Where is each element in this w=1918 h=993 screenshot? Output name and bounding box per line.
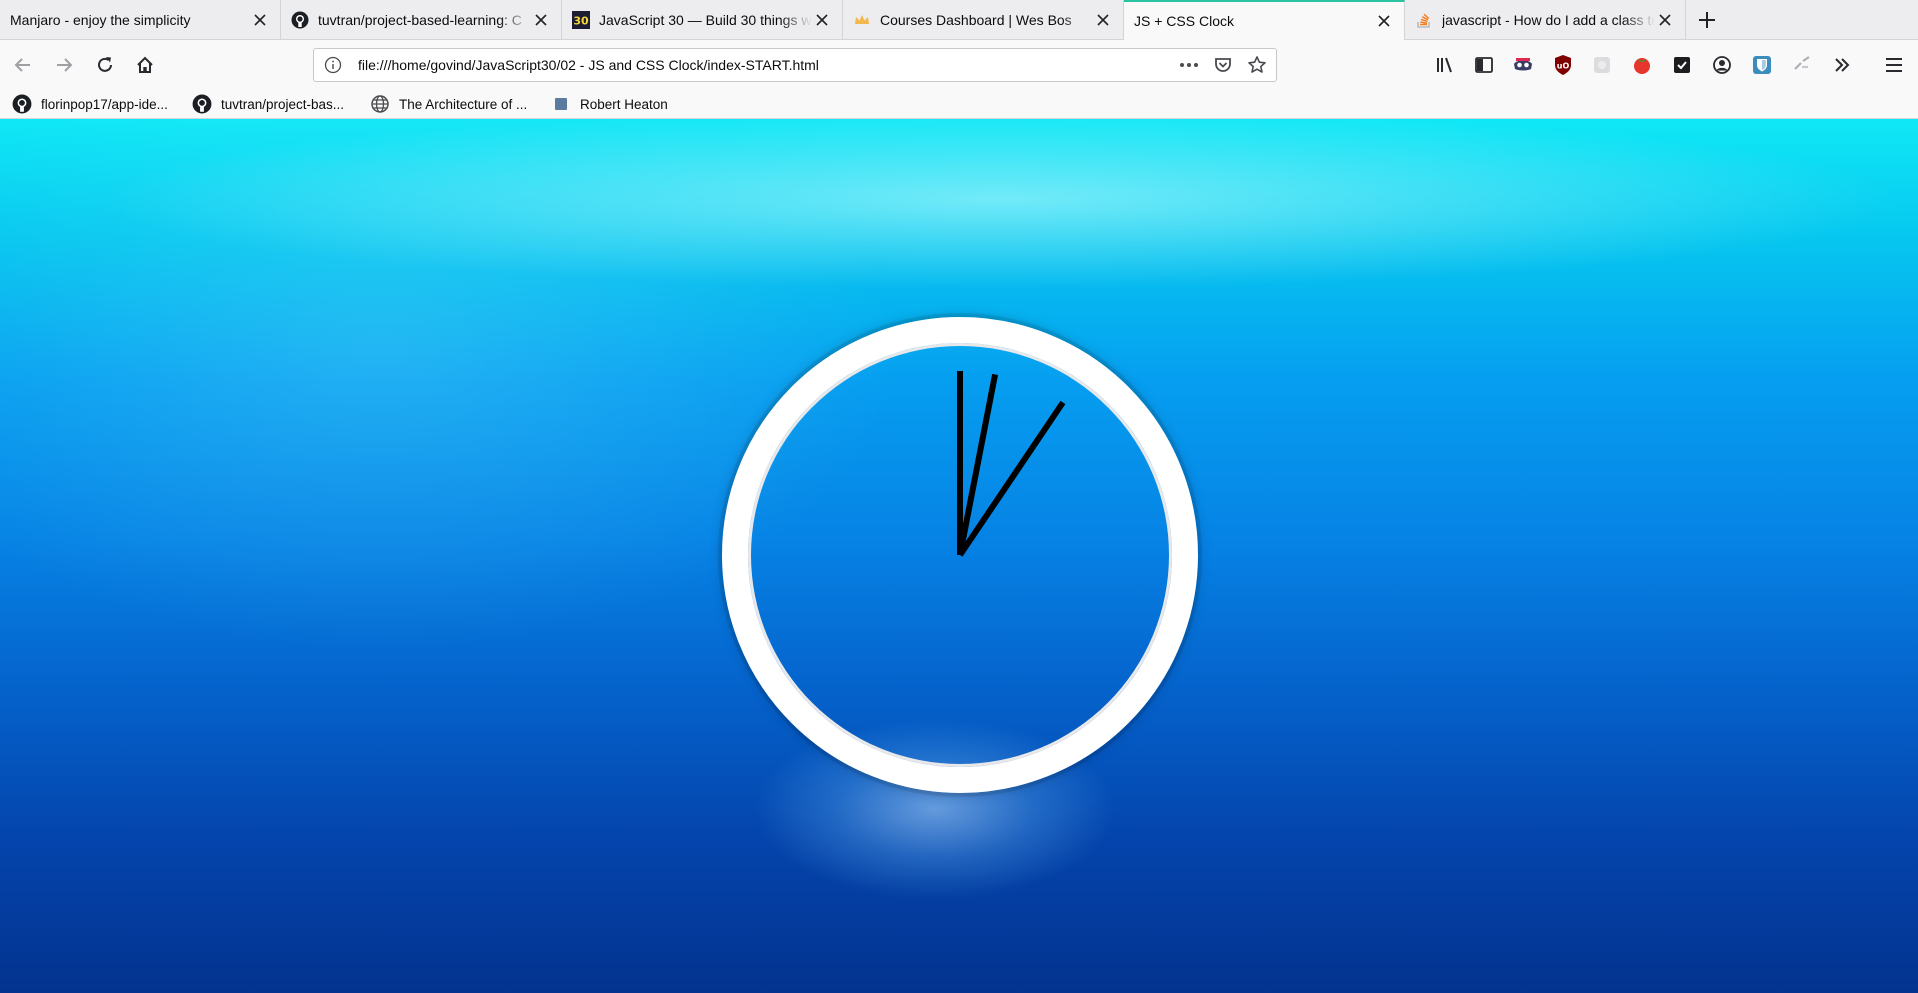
bookmark-label: The Architecture of ... (399, 96, 528, 112)
extension-arrows-icon[interactable] (1789, 52, 1815, 78)
tab-title: tuvtran/project-based-learning: C (318, 12, 522, 28)
home-button[interactable] (129, 49, 161, 81)
tab-strip: Manjaro - enjoy the simplicity tuvtran/p… (0, 0, 1918, 40)
todo-checkbox-icon[interactable] (1669, 52, 1695, 78)
home-icon (137, 56, 153, 73)
reload-button[interactable] (89, 49, 121, 81)
tab-wes-bos-courses[interactable]: Courses Dashboard | Wes Bos (843, 0, 1124, 40)
close-tab-icon[interactable] (531, 10, 551, 30)
overflow-chevron-icon[interactable] (1829, 52, 1855, 78)
bookmark-item[interactable]: The Architecture of ... (370, 93, 527, 115)
bookmark-star-icon[interactable] (1242, 50, 1272, 80)
arrow-right-icon (57, 58, 73, 72)
extension-placeholder-icon[interactable] (1589, 52, 1615, 78)
bookmark-item[interactable]: tuvtran/project-bas... (192, 93, 344, 115)
crown-icon (853, 11, 871, 29)
close-tab-icon[interactable] (250, 10, 270, 30)
hamburger-menu-icon[interactable] (1881, 52, 1907, 78)
sidebar-icon[interactable] (1471, 52, 1497, 78)
arrow-left-icon (14, 58, 30, 72)
bookmark-label: tuvtran/project-bas... (221, 96, 345, 112)
reload-icon (98, 57, 112, 72)
javascript30-icon: 30 (572, 11, 590, 29)
bookmark-item[interactable]: Robert Heaton (551, 93, 668, 115)
close-tab-icon[interactable] (1093, 10, 1113, 30)
github-icon (192, 94, 212, 114)
close-tab-icon[interactable] (812, 10, 832, 30)
bookmark-square-icon (551, 94, 571, 114)
page-content (0, 119, 1918, 993)
plus-icon (1699, 12, 1715, 28)
github-icon (12, 94, 32, 114)
tab-title: JS + CSS Clock (1134, 13, 1234, 29)
navigation-toolbar: file:///home/govind/JavaScript30/02 - JS… (0, 40, 1918, 90)
url-bar[interactable]: file:///home/govind/JavaScript30/02 - JS… (313, 48, 1277, 82)
tab-project-based-learning[interactable]: tuvtran/project-based-learning: C (281, 0, 562, 40)
bitwarden-icon[interactable] (1749, 52, 1775, 78)
page-actions-icon[interactable] (1174, 50, 1204, 80)
stackoverflow-icon (1415, 11, 1433, 29)
back-button[interactable] (7, 49, 39, 81)
library-icon[interactable] (1432, 52, 1458, 78)
info-icon[interactable] (318, 50, 348, 80)
clock-hands (957, 371, 1066, 557)
pocket-icon[interactable] (1208, 50, 1238, 80)
bookmark-label: florinpop17/app-ide... (41, 96, 168, 112)
account-icon[interactable] (1709, 52, 1735, 78)
forward-button[interactable] (48, 49, 80, 81)
new-tab-button[interactable] (1692, 5, 1722, 35)
globe-icon (370, 94, 390, 114)
tab-title: JavaScript 30 — Build 30 things w (599, 12, 812, 28)
tab-manjaro[interactable]: Manjaro - enjoy the simplicity (0, 0, 281, 40)
tab-title: Manjaro - enjoy the simplicity (10, 12, 191, 28)
tab-js-css-clock[interactable]: JS + CSS Clock (1124, 0, 1405, 40)
bookmarks-toolbar: florinpop17/app-ide... tuvtran/project-b… (0, 90, 1918, 119)
svg-text:30: 30 (573, 15, 589, 28)
close-tab-icon[interactable] (1655, 10, 1675, 30)
bookmark-item[interactable]: florinpop17/app-ide... (12, 93, 168, 115)
tomato-timer-icon[interactable] (1629, 52, 1655, 78)
tab-title: Courses Dashboard | Wes Bos (880, 12, 1072, 28)
tab-javascript30[interactable]: 30 JavaScript 30 — Build 30 things w (562, 0, 843, 40)
private-mask-icon[interactable] (1510, 52, 1536, 78)
github-icon (291, 11, 309, 29)
url-text[interactable]: file:///home/govind/JavaScript30/02 - JS… (358, 57, 1174, 73)
svg-text:uO: uO (1557, 62, 1570, 71)
bookmark-label: Robert Heaton (580, 96, 668, 112)
ublock-origin-icon[interactable]: uO (1550, 52, 1576, 78)
tab-stackoverflow[interactable]: javascript - How do I add a class to (1405, 0, 1686, 40)
close-tab-icon[interactable] (1374, 11, 1394, 31)
tab-title: javascript - How do I add a class to (1442, 12, 1655, 28)
